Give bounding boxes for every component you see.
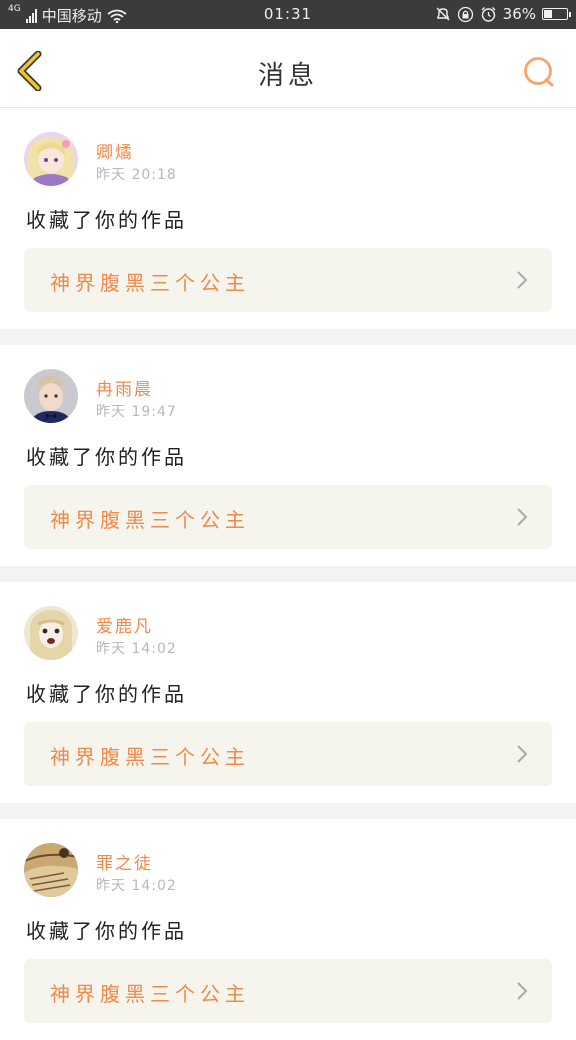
work-title: 神界腹黑三个公主 — [50, 508, 250, 532]
mute-icon — [435, 6, 451, 22]
chevron-right-icon — [517, 508, 528, 526]
action-text: 收藏了你的作品 — [26, 445, 187, 469]
avatar[interactable] — [24, 843, 78, 897]
battery-percent: 36% — [502, 5, 536, 23]
work-link[interactable]: 神界腹黑三个公主 — [24, 722, 552, 786]
alarm-icon — [480, 6, 497, 23]
search-icon — [524, 57, 554, 87]
user-name[interactable]: 卿燏 — [96, 138, 134, 163]
timestamp: 昨天 14:02 — [96, 878, 177, 894]
avatar[interactable] — [24, 132, 78, 186]
status-bar: 4G 中国移动 01:31 36% — [0, 0, 576, 29]
message-card: 爱鹿凡 昨天 14:02 收藏了你的作品 神界腹黑三个公主 — [0, 582, 576, 803]
status-right: 36% — [435, 5, 571, 23]
chevron-right-icon — [517, 745, 528, 763]
user-name[interactable]: 冉雨晨 — [96, 375, 153, 400]
rotation-lock-icon — [457, 6, 474, 23]
message-card: 冉雨晨 昨天 19:47 收藏了你的作品 神界腹黑三个公主 — [0, 345, 576, 566]
work-title: 神界腹黑三个公主 — [50, 745, 250, 769]
message-card: 罪之徒 昨天 14:02 收藏了你的作品 神界腹黑三个公主 — [0, 819, 576, 1040]
message-card: 卿燏 昨天 20:18 收藏了你的作品 神界腹黑三个公主 — [0, 108, 576, 329]
work-link[interactable]: 神界腹黑三个公主 — [24, 485, 552, 549]
action-text: 收藏了你的作品 — [26, 208, 187, 232]
timestamp: 昨天 14:02 — [96, 641, 177, 657]
user-name[interactable]: 爱鹿凡 — [96, 612, 153, 637]
page-title: 消息 — [257, 61, 318, 91]
work-link[interactable]: 神界腹黑三个公主 — [24, 248, 552, 312]
avatar[interactable] — [24, 606, 78, 660]
action-text: 收藏了你的作品 — [26, 919, 187, 943]
battery-icon — [542, 8, 571, 20]
nav-bar: 消息 — [0, 29, 576, 108]
timestamp: 昨天 20:18 — [96, 167, 177, 183]
work-title: 神界腹黑三个公主 — [50, 982, 250, 1006]
action-text: 收藏了你的作品 — [26, 682, 187, 706]
search-button[interactable] — [522, 55, 556, 89]
user-name[interactable]: 罪之徒 — [96, 849, 153, 874]
chevron-right-icon — [517, 982, 528, 1000]
chevron-right-icon — [517, 271, 528, 289]
timestamp: 昨天 19:47 — [96, 404, 177, 420]
avatar[interactable] — [24, 369, 78, 423]
work-link[interactable]: 神界腹黑三个公主 — [24, 959, 552, 1023]
work-title: 神界腹黑三个公主 — [50, 271, 250, 295]
